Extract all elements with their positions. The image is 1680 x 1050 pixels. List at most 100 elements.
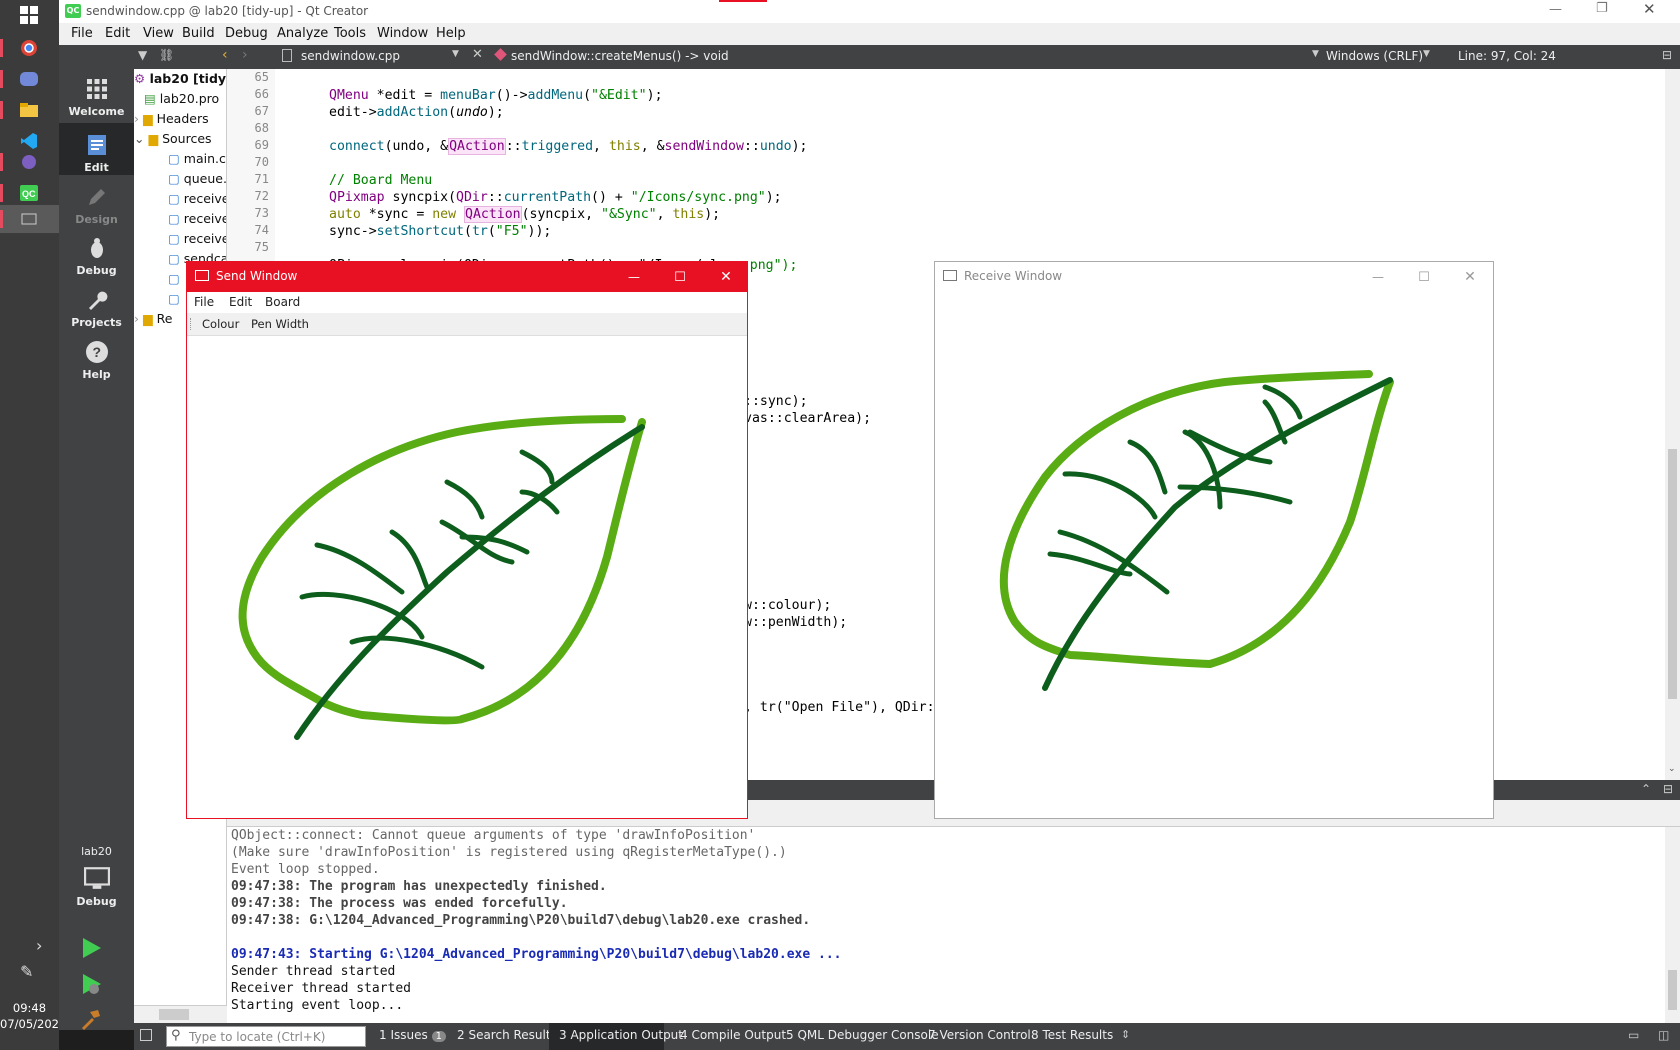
send-drawing-canvas[interactable] [187,337,747,818]
tree-item-headers[interactable]: › ▆ Headers [134,109,209,129]
menu-edit[interactable]: Edit [105,23,130,45]
colour-button[interactable]: Colour [202,317,239,331]
tab-search-results[interactable]: 2 Search Results [457,1028,557,1042]
tree-hscroll[interactable] [134,1005,227,1023]
tree-item-file[interactable]: ▢ main.c [168,149,226,169]
kit-selector[interactable]: Debug [59,865,134,908]
editor-vscroll[interactable]: ⌄ [1665,69,1680,780]
close-icon[interactable]: ✕ [703,262,749,292]
more-tabs-icon[interactable]: ⇕ [1121,1028,1130,1041]
menu-view[interactable]: View [143,23,174,45]
discord-icon[interactable] [14,64,44,94]
cursor-position[interactable]: Line: 97, Col: 24 [1458,49,1556,63]
restore-icon[interactable]: ❐ [1596,1,1608,16]
leaf-vein-stroke [1062,471,1158,520]
tree-item-file[interactable]: ▢ receive [168,209,226,229]
back-arrow-icon[interactable]: ‹ [222,47,228,63]
tree-item-file[interactable]: ▢ queue. [168,169,226,189]
progress-toggle-icon[interactable]: ▭ [1628,1028,1639,1042]
menu-build[interactable]: Build [182,23,215,45]
lab20-app-icon[interactable] [14,204,44,234]
filter-icon[interactable]: ▼ [138,48,147,62]
mode-help[interactable]: ? Help [59,340,134,381]
send-menu-file[interactable]: File [194,295,214,309]
run-icon[interactable] [80,937,102,962]
tree-item-file[interactable]: ▢ receive [168,229,227,249]
symbol-dropdown-icon[interactable]: ▼ [1312,49,1319,59]
locator-input[interactable]: ⚲ Type to locate (Ctrl+K) [166,1026,366,1047]
minimize-icon[interactable]: — [1355,262,1401,292]
mode-edit[interactable]: Edit [59,133,134,174]
menu-debug[interactable]: Debug [225,23,268,45]
split-icon[interactable]: ⊟ [1662,48,1672,62]
link-icon[interactable]: ⛓ [159,48,174,62]
debug-run-icon[interactable] [80,973,102,998]
send-menu-edit[interactable]: Edit [229,295,252,309]
menu-tools[interactable]: Tools [334,23,366,45]
chevron-right-icon[interactable]: › [36,936,42,955]
close-icon[interactable]: ✕ [1643,0,1656,18]
menu-help[interactable]: Help [436,23,466,45]
mode-projects[interactable]: Projects [59,288,134,329]
maximize-pane-icon[interactable]: ⊟ [1663,782,1673,796]
right-sidebar-toggle-icon[interactable]: ◫ [1658,1028,1669,1042]
tab-compile-output[interactable]: 4 Compile Output [680,1028,786,1042]
tree-item-file[interactable]: ▢ [168,289,180,309]
open-file-name[interactable]: sendwindow.cpp [301,49,400,63]
chevron-down-icon[interactable]: ⌄ [1668,764,1676,774]
chrome-icon[interactable] [14,33,44,63]
clock-time[interactable]: 09:48 [0,1000,59,1016]
send-menu-board[interactable]: Board [265,295,300,309]
application-output[interactable]: QObject::connect: Cannot queue arguments… [227,827,1665,1023]
tab-issues[interactable]: 1 Issues 1 [379,1028,446,1042]
tree-item-file[interactable]: ▢ [168,269,180,289]
build-hammer-icon[interactable] [80,1008,102,1033]
mode-debug[interactable]: Debug [59,236,134,277]
file-dropdown-icon[interactable]: ▼ [452,49,459,59]
code-line: sync->setShortcut(tr("F5")); [329,224,552,239]
symbol-selector[interactable]: sendWindow::createMenus() -> void [511,49,729,63]
forward-arrow-icon[interactable]: › [242,47,248,63]
close-file-icon[interactable]: ✕ [472,47,483,62]
minimize-icon[interactable]: — [1549,2,1562,17]
receive-window-titlebar[interactable]: Receive Window — ☐ ✕ [935,262,1493,292]
maximize-icon[interactable]: ☐ [657,262,703,292]
pen-icon[interactable]: ✎ [20,962,33,981]
mode-welcome-label: Welcome [68,105,125,118]
file-explorer-icon[interactable] [14,95,44,125]
window-app-icon [195,270,209,281]
close-icon[interactable]: ✕ [1447,262,1493,292]
os-taskbar: QC › ✎ 09:48 07/05/2021 [0,0,66,1050]
code-line: connect(undo, &QAction::triggered, this,… [329,138,808,155]
output-vscroll[interactable] [1665,827,1680,1023]
menu-file[interactable]: File [71,23,93,45]
line-number: 74 [254,223,269,237]
chevron-up-icon[interactable]: ⌃ [1641,782,1651,796]
tree-item-resources[interactable]: › ▆ Re [134,309,172,329]
mode-design[interactable]: Design [59,185,134,226]
menu-analyze[interactable]: Analyze [277,23,328,45]
send-window-titlebar[interactable]: Send Window — ☐ ✕ [187,262,747,292]
app-icon[interactable] [14,147,44,177]
sidebar-toggle-icon[interactable] [140,1029,152,1041]
tree-item-pro[interactable]: ▤ lab20.pro [144,89,219,109]
tree-root[interactable]: ⚙ lab20 [tidy-up] [134,69,226,89]
mode-welcome[interactable]: Welcome [59,77,134,118]
minimize-icon[interactable]: — [611,262,657,292]
tree-item-sources[interactable]: ⌄ ▆ Sources [134,129,212,149]
tab-version-control[interactable]: 7 Version Control [928,1028,1031,1042]
tree-item-file[interactable]: ▢ receive [168,189,226,209]
line-ending-selector[interactable]: Windows (CRLF) [1326,49,1423,63]
windows-start-icon[interactable] [14,0,44,30]
tree-item-label: receive [183,231,227,246]
tab-test-results[interactable]: 8 Test Results [1031,1028,1113,1042]
tab-qml-debugger[interactable]: 5 QML Debugger Console [786,1028,939,1042]
menu-window[interactable]: Window [377,23,428,45]
chevron-down-icon: ⌄ [134,131,145,146]
pen-width-button[interactable]: Pen Width [251,317,309,331]
tab-application-output[interactable]: 3 Application Output [559,1028,683,1042]
maximize-icon[interactable]: ☐ [1401,262,1447,292]
line-ending-dropdown-icon[interactable]: ▼ [1423,49,1430,59]
clock-date[interactable]: 07/05/2021 [0,1016,66,1032]
tab-issues-label: 1 Issues [379,1028,428,1042]
